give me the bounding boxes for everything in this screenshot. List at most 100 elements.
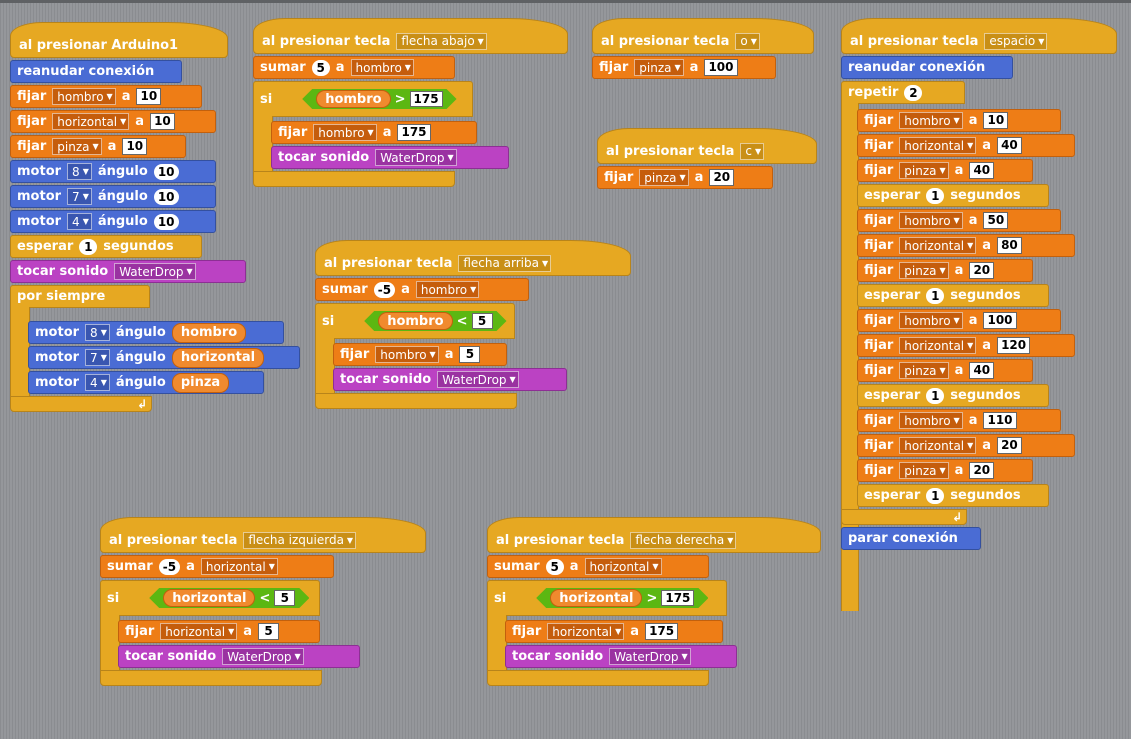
- value-input[interactable]: 100: [983, 312, 1017, 329]
- variable-dropdown[interactable]: horizontal ▼: [584, 558, 662, 575]
- set-variable-block[interactable]: fijar hombro ▼ a 10: [857, 109, 1061, 132]
- wait-seconds-block[interactable]: esperar 1 segundos: [857, 484, 1049, 507]
- value-input[interactable]: 10: [153, 163, 179, 180]
- set-variable-block[interactable]: fijar pinza ▼ a 40: [857, 359, 1033, 382]
- hat-when-key-pressed[interactable]: al presionar tecla c ▼: [597, 128, 817, 164]
- variable-dropdown[interactable]: hombro ▼: [350, 59, 414, 76]
- value-input[interactable]: 120: [997, 337, 1031, 354]
- variable-dropdown[interactable]: horizontal ▼: [200, 558, 278, 575]
- set-variable-block[interactable]: fijar horizontal ▼ a 120: [857, 334, 1075, 357]
- key-dropdown[interactable]: espacio ▼: [984, 32, 1048, 50]
- change-variable-block[interactable]: sumar -5 a hombro ▼: [315, 278, 529, 301]
- set-variable-block[interactable]: fijar hombro ▼ a 110: [857, 409, 1061, 432]
- change-variable-block[interactable]: sumar 5 a horizontal ▼: [487, 555, 709, 578]
- motor-angle-block[interactable]: motor 7 ▼ ángulo 10: [10, 185, 216, 208]
- set-variable-block[interactable]: fijar pinza ▼ a 20: [857, 459, 1033, 482]
- value-input[interactable]: 80: [997, 237, 1022, 254]
- key-dropdown[interactable]: c ▼: [740, 142, 765, 160]
- if-block[interactable]: si hombro >175 fijar hombro ▼ a 175 tocar soni…: [253, 81, 568, 187]
- script-key-c[interactable]: al presionar tecla c ▼ fijar pinza ▼ a 20: [597, 128, 817, 191]
- value-input[interactable]: 1: [926, 487, 945, 504]
- key-dropdown[interactable]: flecha izquierda ▼: [243, 531, 357, 549]
- variable-dropdown[interactable]: pinza ▼: [634, 59, 684, 76]
- hat-when-key-pressed[interactable]: al presionar tecla flecha abajo ▼: [253, 18, 568, 54]
- value-input[interactable]: 1: [926, 387, 945, 404]
- set-variable-block[interactable]: fijar hombro ▼ a 10: [10, 85, 202, 108]
- sound-dropdown[interactable]: WaterDrop ▼: [437, 371, 519, 388]
- set-variable-block[interactable]: fijar hombro ▼ a 100: [857, 309, 1061, 332]
- value-input[interactable]: -5: [158, 558, 181, 575]
- value-input[interactable]: 10: [122, 138, 148, 155]
- variable-dropdown[interactable]: hombro ▼: [899, 312, 963, 329]
- value-input[interactable]: 2: [904, 84, 923, 101]
- variable-dropdown[interactable]: horizontal ▼: [547, 623, 625, 640]
- if-header[interactable]: si horizontal <5: [100, 580, 320, 616]
- if-header[interactable]: si hombro <5: [315, 303, 515, 339]
- value-input[interactable]: 5: [545, 558, 564, 575]
- script-key-o[interactable]: al presionar tecla o ▼ fijar pinza ▼ a 100: [592, 18, 814, 81]
- variable-dropdown[interactable]: horizontal ▼: [52, 113, 130, 130]
- hat-when-key-pressed[interactable]: al presionar tecla flecha arriba ▼: [315, 240, 631, 276]
- condition-greater-than[interactable]: horizontal >175: [536, 588, 708, 608]
- repeat-header[interactable]: repetir 2: [841, 81, 965, 104]
- play-sound-block[interactable]: tocar sonido WaterDrop ▼: [271, 146, 509, 169]
- motor-angle-block[interactable]: motor 4 ▼ ángulo 10: [10, 210, 216, 233]
- variable-dropdown[interactable]: pinza ▼: [639, 169, 689, 186]
- port-dropdown[interactable]: 7 ▼: [85, 349, 110, 366]
- value-input[interactable]: 175: [645, 623, 679, 640]
- variable-reporter[interactable]: hombro: [316, 90, 390, 108]
- variable-dropdown[interactable]: pinza ▼: [899, 462, 949, 479]
- wait-seconds-block[interactable]: esperar 1 segundos: [857, 384, 1049, 407]
- port-dropdown[interactable]: 8 ▼: [85, 324, 110, 341]
- value-input[interactable]: 100: [704, 59, 738, 76]
- set-variable-block[interactable]: fijar pinza ▼ a 100: [592, 56, 776, 79]
- variable-dropdown[interactable]: hombro ▼: [415, 281, 480, 298]
- motor-angle-block[interactable]: motor 8 ▼ ángulo 10: [10, 160, 216, 183]
- value-input[interactable]: 20: [709, 169, 735, 186]
- change-variable-block[interactable]: sumar 5 a hombro ▼: [253, 56, 455, 79]
- set-variable-block[interactable]: fijar horizontal ▼ a 20: [857, 434, 1075, 457]
- value-input[interactable]: 40: [997, 137, 1022, 154]
- set-variable-block[interactable]: fijar horizontal ▼ a 175: [505, 620, 723, 643]
- set-variable-block[interactable]: fijar pinza ▼ a 10: [10, 135, 186, 158]
- variable-dropdown[interactable]: hombro ▼: [899, 212, 963, 229]
- change-variable-block[interactable]: sumar -5 a horizontal ▼: [100, 555, 334, 578]
- value-input[interactable]: 1: [926, 287, 945, 304]
- wait-seconds-block[interactable]: esperar 1 segundos: [857, 184, 1049, 207]
- hat-when-key-pressed[interactable]: al presionar tecla espacio ▼: [841, 18, 1117, 54]
- variable-dropdown[interactable]: pinza ▼: [899, 362, 949, 379]
- value-input[interactable]: 1: [79, 238, 98, 255]
- set-variable-block[interactable]: fijar horizontal ▼ a 5: [118, 620, 320, 643]
- play-sound-block[interactable]: tocar sonido WaterDrop ▼: [10, 260, 246, 283]
- if-block[interactable]: si hombro <5 fijar hombro ▼ a 5 tocar sonido Wa…: [315, 303, 631, 409]
- value-input[interactable]: 20: [997, 437, 1022, 454]
- variable-dropdown[interactable]: horizontal ▼: [899, 437, 977, 454]
- motor-angle-block[interactable]: motor 7 ▼ ángulo horizontal: [28, 346, 300, 369]
- variable-dropdown[interactable]: pinza ▼: [899, 162, 949, 179]
- set-variable-block[interactable]: fijar pinza ▼ a 20: [597, 166, 773, 189]
- key-dropdown[interactable]: flecha derecha ▼: [630, 531, 737, 549]
- value-input[interactable]: 175: [661, 590, 694, 606]
- script-key-left[interactable]: al presionar tecla flecha izquierda ▼ suma…: [100, 517, 426, 688]
- wait-seconds-block[interactable]: esperar 1 segundos: [10, 235, 202, 258]
- variable-reporter[interactable]: hombro: [171, 322, 247, 343]
- key-dropdown[interactable]: flecha arriba ▼: [458, 254, 552, 272]
- value-input[interactable]: 10: [153, 188, 179, 205]
- variable-reporter[interactable]: horizontal: [171, 347, 265, 368]
- stop-connection-block[interactable]: parar conexión: [841, 527, 981, 550]
- value-input[interactable]: 5: [274, 590, 295, 606]
- port-dropdown[interactable]: 7 ▼: [67, 188, 92, 205]
- wait-seconds-block[interactable]: esperar 1 segundos: [857, 284, 1049, 307]
- hat-when-arduino-start[interactable]: al presionar Arduino1: [10, 22, 228, 58]
- port-dropdown[interactable]: 4 ▼: [67, 213, 92, 230]
- play-sound-block[interactable]: tocar sonido WaterDrop ▼: [505, 645, 737, 668]
- value-input[interactable]: 40: [969, 362, 995, 379]
- value-input[interactable]: 10: [150, 113, 175, 130]
- resume-connection-block[interactable]: reanudar conexión: [10, 60, 182, 83]
- variable-dropdown[interactable]: hombro ▼: [313, 124, 377, 141]
- hat-when-key-pressed[interactable]: al presionar tecla flecha derecha ▼: [487, 517, 821, 553]
- resume-connection-block[interactable]: reanudar conexión: [841, 56, 1013, 79]
- value-input[interactable]: -5: [373, 281, 396, 298]
- value-input[interactable]: 1: [926, 187, 945, 204]
- forever-header[interactable]: por siempre: [10, 285, 150, 308]
